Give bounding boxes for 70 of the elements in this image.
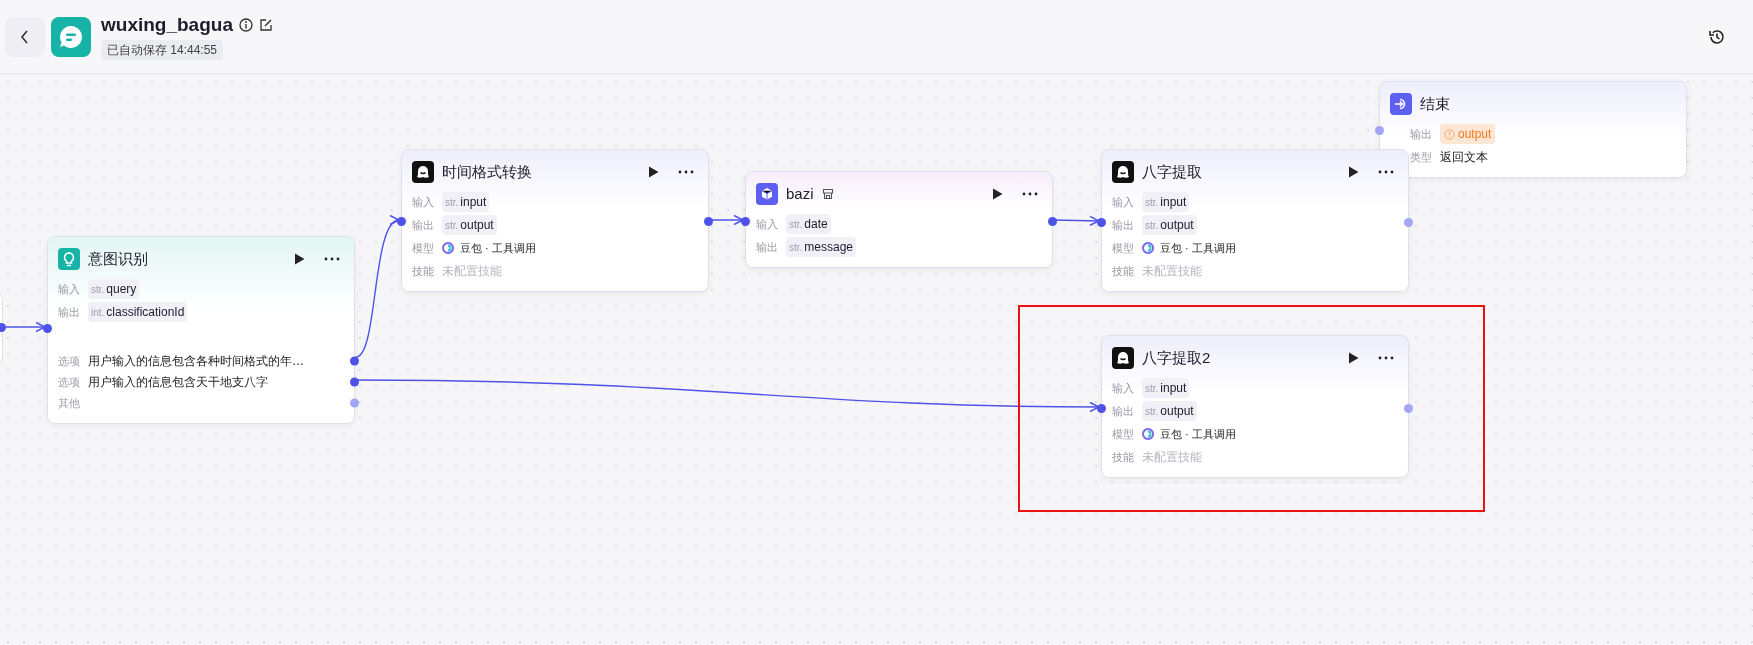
exit-icon bbox=[1390, 93, 1412, 115]
field-label: 技能 bbox=[412, 263, 435, 279]
parameter-tag: str. input bbox=[1142, 378, 1190, 398]
parameter-tag: str. input bbox=[1142, 192, 1190, 212]
field-label: 技能 bbox=[1112, 449, 1135, 465]
workflow-title: wuxing_bagua bbox=[101, 13, 233, 37]
parameter-tag: int. classificationId bbox=[88, 302, 188, 322]
run-button[interactable] bbox=[648, 166, 660, 178]
field-label: 输入 bbox=[1112, 194, 1135, 210]
field-label: 输出 bbox=[58, 304, 81, 320]
run-button[interactable] bbox=[1348, 166, 1360, 178]
field-label: 技能 bbox=[1112, 263, 1135, 279]
field-label: 输入 bbox=[412, 194, 435, 210]
cube-icon bbox=[756, 183, 778, 205]
parameter-tag: str. output bbox=[442, 215, 497, 235]
parameter-tag: output bbox=[1440, 124, 1496, 144]
field-label: 类型 bbox=[1410, 149, 1433, 165]
edit-icon[interactable] bbox=[258, 18, 273, 32]
node-title: 结束 bbox=[1420, 94, 1450, 114]
ghost-face-icon bbox=[412, 161, 434, 183]
option-text: 用户输入的信息包含各种时间格式的年… bbox=[88, 353, 304, 370]
node-title: 八字提取2 bbox=[1142, 348, 1211, 368]
parameter-tag: str. message bbox=[786, 237, 857, 257]
parameter-tag: str. input bbox=[442, 192, 490, 212]
bulb-icon bbox=[58, 248, 80, 270]
field-label: 输入 bbox=[58, 281, 81, 297]
option-label: 其他 bbox=[58, 395, 81, 411]
chat-logo-icon bbox=[51, 16, 91, 57]
option-label: 选项 bbox=[58, 374, 81, 390]
field-label: 模型 bbox=[412, 240, 435, 256]
parameter-tag: str. date bbox=[786, 214, 831, 234]
ghost-face-icon bbox=[1112, 347, 1134, 369]
type-value: 返回文本 bbox=[1440, 149, 1488, 166]
run-button[interactable] bbox=[992, 188, 1004, 200]
option-text: 用户输入的信息包含天干地支八字 bbox=[88, 374, 268, 391]
skill-text: 未配置技能 bbox=[1142, 263, 1202, 280]
run-button[interactable] bbox=[294, 253, 306, 265]
autosave-badge: 已自动保存 14:44:55 bbox=[101, 40, 224, 60]
parameter-tag: str. output bbox=[1142, 401, 1197, 421]
back-icon bbox=[20, 29, 30, 44]
node-title: 意图识别 bbox=[88, 249, 148, 269]
field-label: 输入 bbox=[756, 216, 779, 232]
history-icon[interactable] bbox=[1708, 27, 1726, 46]
field-label: 模型 bbox=[1112, 240, 1135, 256]
warning-icon bbox=[1444, 128, 1455, 140]
info-icon[interactable] bbox=[238, 18, 253, 32]
model-name: 豆包 · 工具调用 bbox=[460, 240, 536, 256]
field-label: 模型 bbox=[1112, 426, 1135, 442]
model-name: 豆包 · 工具调用 bbox=[1160, 426, 1236, 442]
skill-text: 未配置技能 bbox=[1142, 449, 1202, 466]
field-label: 输出 bbox=[412, 217, 435, 233]
skill-text: 未配置技能 bbox=[442, 263, 502, 280]
field-label: 输入 bbox=[1112, 380, 1135, 396]
parameter-tag: str. output bbox=[1142, 215, 1197, 235]
run-button[interactable] bbox=[1348, 352, 1360, 364]
node-title: 八字提取 bbox=[1142, 162, 1202, 182]
field-label: 输出 bbox=[1112, 217, 1135, 233]
model-logo-icon bbox=[1142, 428, 1154, 440]
model-logo-icon bbox=[1142, 242, 1154, 254]
model-logo-icon bbox=[442, 242, 454, 254]
model-name: 豆包 · 工具调用 bbox=[1160, 240, 1236, 256]
parameter-tag: str. query bbox=[88, 279, 140, 299]
node-title: 时间格式转换 bbox=[442, 162, 532, 182]
ghost-face-icon bbox=[1112, 161, 1134, 183]
field-label: 输出 bbox=[756, 239, 779, 255]
field-label: 输出 bbox=[1410, 126, 1433, 142]
node-title: bazi bbox=[786, 184, 814, 204]
field-label: 输出 bbox=[1112, 403, 1135, 419]
store-icon bbox=[821, 188, 834, 200]
option-label: 选项 bbox=[58, 353, 81, 369]
